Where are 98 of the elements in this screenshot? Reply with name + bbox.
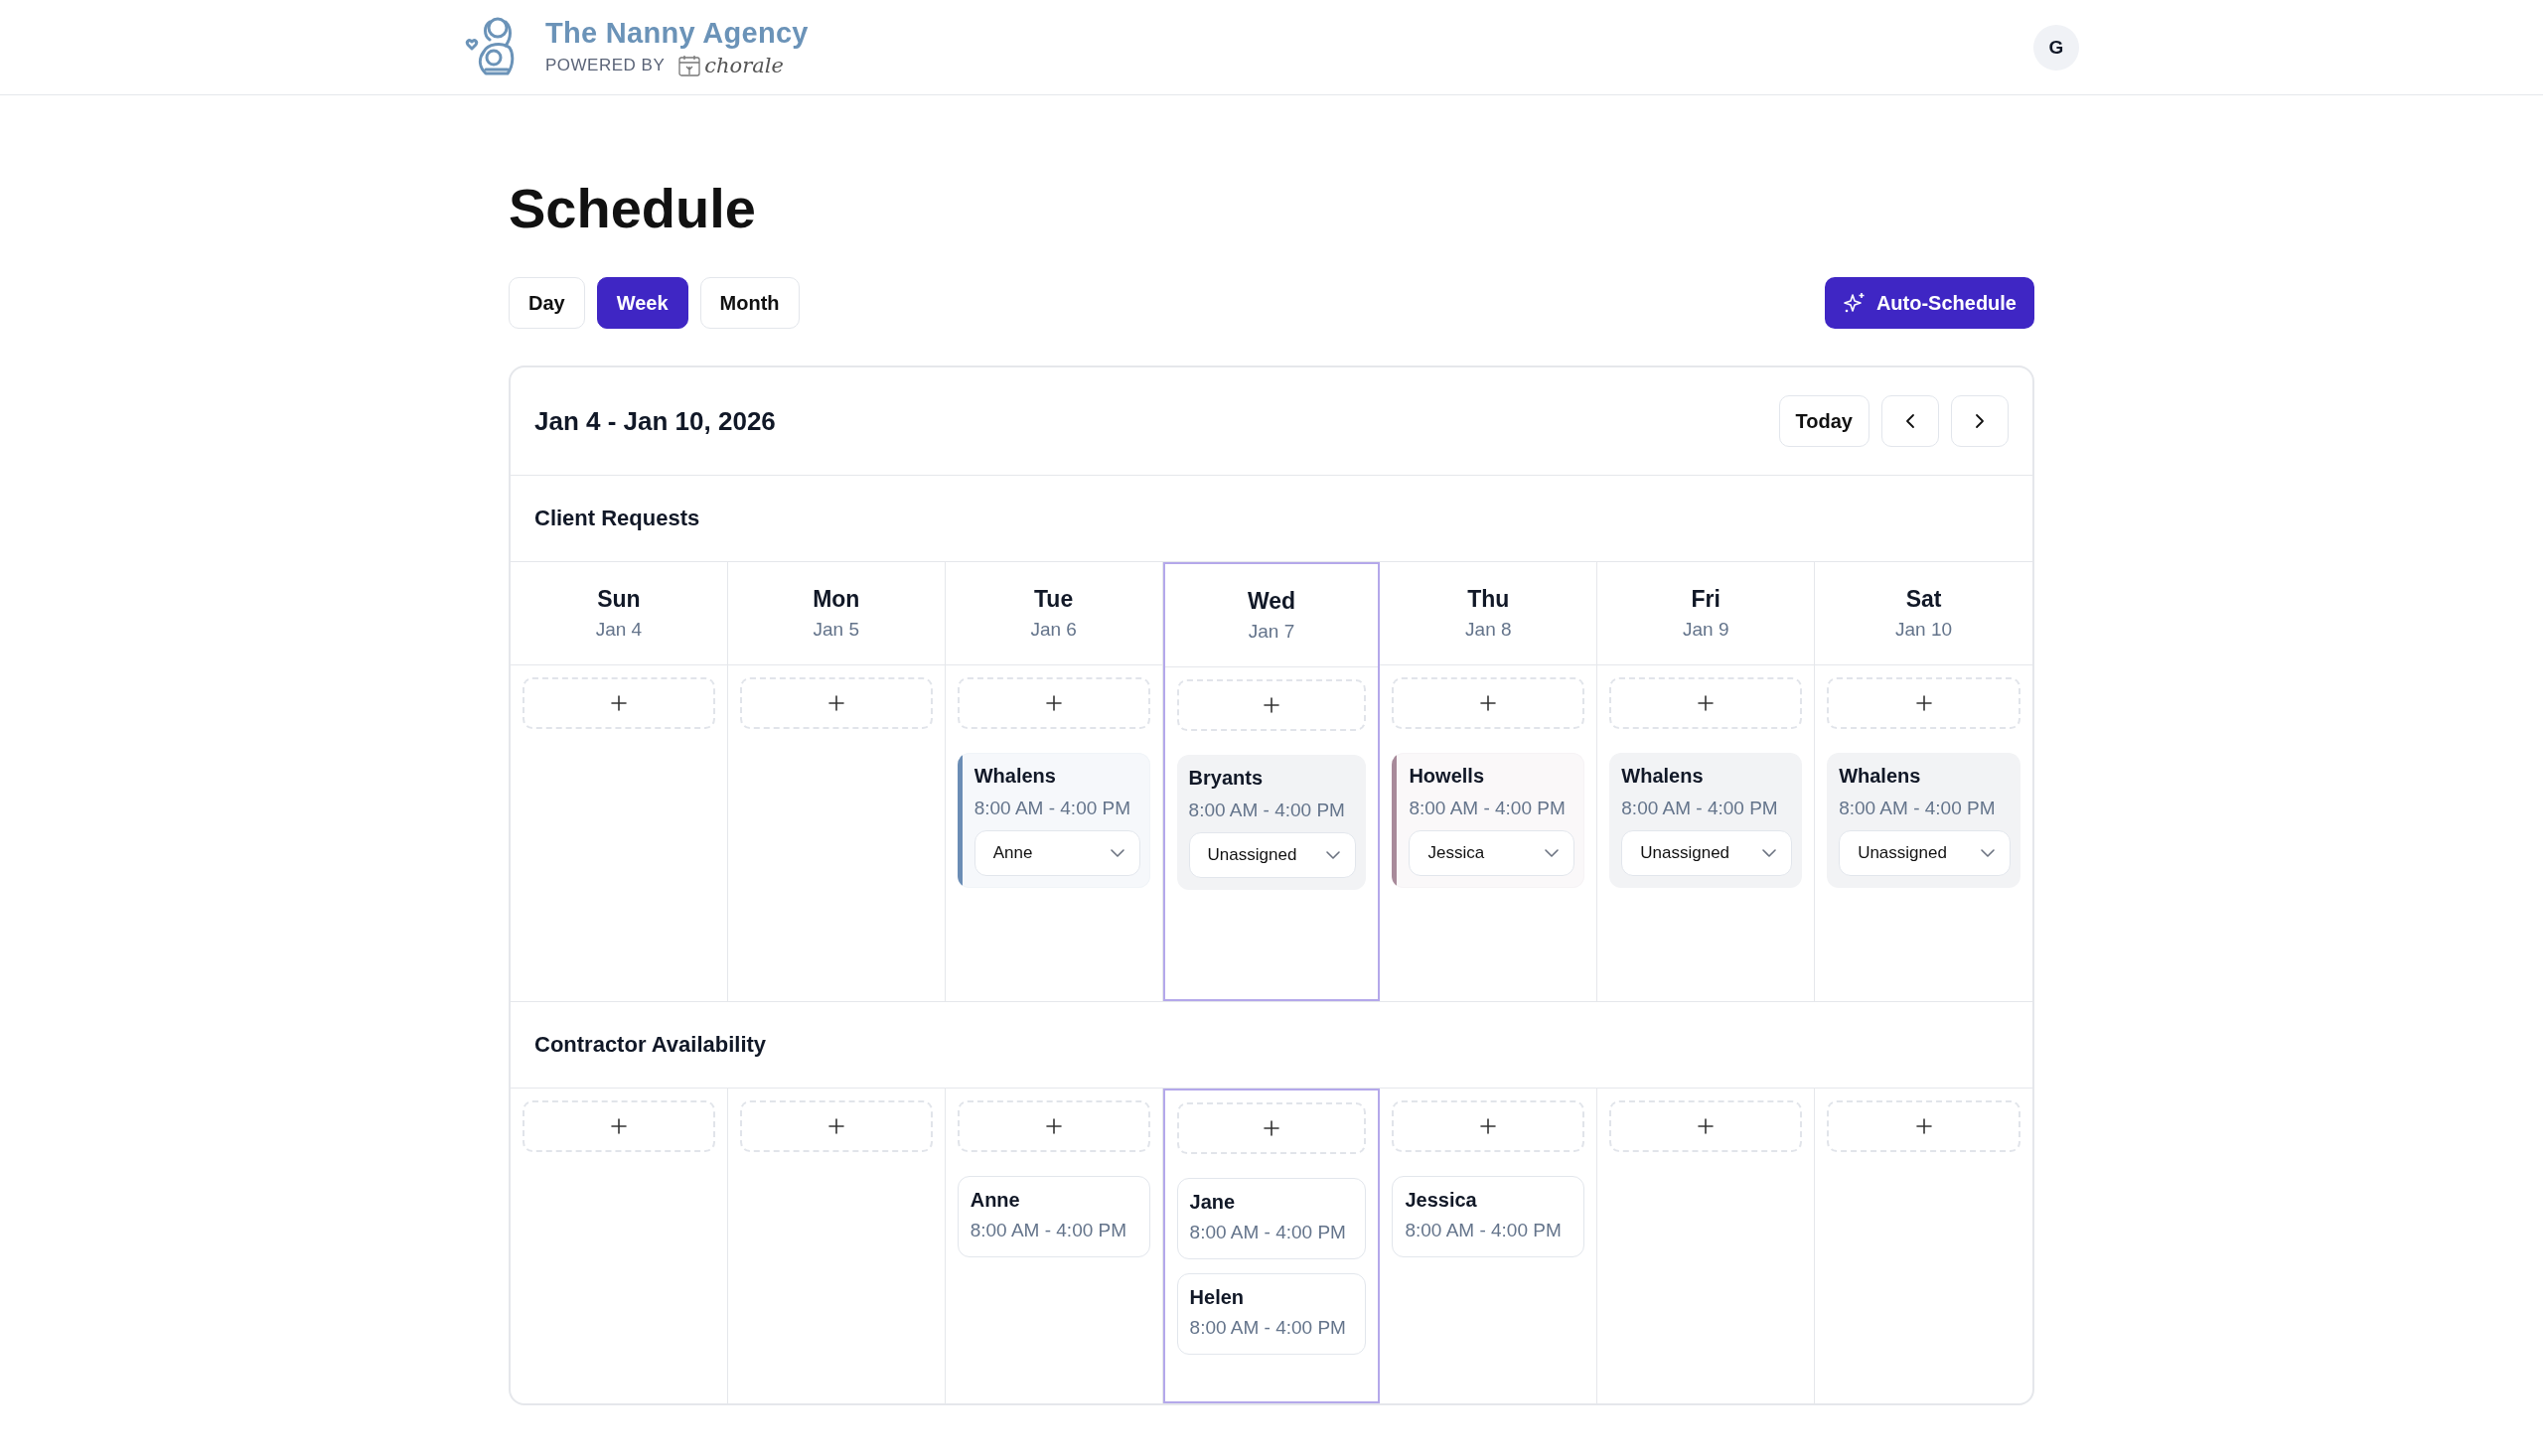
add-request-button[interactable] [1392, 677, 1585, 729]
day-date: Jan 10 [1895, 619, 1953, 641]
plus-icon [610, 695, 627, 711]
add-availability-button[interactable] [1392, 1100, 1585, 1152]
day-date: Jan 5 [813, 619, 859, 641]
day-date: Jan 7 [1248, 621, 1295, 643]
contractor-name: Helen [1189, 1286, 1246, 1309]
client-name: Whalens [1621, 765, 1705, 788]
day-name: Tue [1034, 586, 1074, 613]
user-avatar[interactable]: G [2033, 24, 2079, 71]
availability-card[interactable]: Jessica 8:00 AM - 4:00 PM [1392, 1176, 1585, 1257]
assignee-dropdown[interactable]: Jessica [1409, 830, 1575, 876]
plus-icon [1264, 1120, 1279, 1136]
plus-icon [1915, 695, 1932, 711]
chevron-left-icon [1905, 413, 1915, 429]
add-request-button[interactable] [1827, 677, 2020, 729]
chevron-right-icon [1975, 413, 1985, 429]
request-card[interactable]: Whalens 8:00 AM - 4:00 PM Unassigned [1609, 753, 1803, 888]
plus-icon [1045, 695, 1062, 711]
today-button[interactable]: Today [1778, 395, 1870, 447]
day-date: Jan 9 [1682, 619, 1729, 641]
chevron-down-icon [1761, 848, 1778, 858]
date-range-title: Jan 4 - Jan 10, 2026 [534, 405, 776, 437]
add-availability-button[interactable] [1176, 1102, 1367, 1154]
add-request-button[interactable] [739, 677, 933, 729]
request-card[interactable]: Howells 8:00 AM - 4:00 PM Jessica [1392, 753, 1585, 888]
plus-icon [1698, 695, 1715, 711]
time-range: 8:00 AM - 4:00 PM [1188, 799, 1346, 822]
plus-icon [1480, 1118, 1497, 1134]
plus-icon [1480, 695, 1497, 711]
day-date: Jan 8 [1465, 619, 1512, 641]
time-range: 8:00 AM - 4:00 PM [1189, 1316, 1347, 1340]
add-availability-button[interactable] [739, 1100, 933, 1152]
assignee-dropdown[interactable]: Anne [973, 830, 1140, 876]
view-tab[interactable]: Month [699, 277, 800, 329]
client-name: Bryants [1188, 767, 1265, 790]
plus-icon [827, 695, 844, 711]
auto-schedule-button[interactable]: Auto-Schedule [1824, 277, 2034, 329]
client-name: Whalens [1839, 765, 1922, 788]
day-name: Mon [813, 586, 860, 613]
add-request-button[interactable] [1176, 679, 1367, 731]
plus-icon [1264, 697, 1279, 713]
contractor-name: Jane [1189, 1191, 1237, 1214]
powered-by-label: POWERED BY [545, 56, 666, 75]
section-title: Contractor Availability [511, 1002, 2032, 1089]
day-name: Thu [1467, 586, 1510, 613]
day-name: Wed [1247, 588, 1296, 615]
add-request-button[interactable] [957, 677, 1150, 729]
plus-icon [827, 1118, 844, 1134]
add-availability-button[interactable] [957, 1100, 1150, 1152]
availability-card[interactable]: Helen 8:00 AM - 4:00 PM [1176, 1273, 1367, 1355]
day-name: Fri [1691, 586, 1720, 613]
add-request-button[interactable] [1609, 677, 1803, 729]
next-week-button[interactable] [1951, 395, 2009, 447]
time-range: 8:00 AM - 4:00 PM [973, 797, 1132, 820]
time-range: 8:00 AM - 4:00 PM [1409, 797, 1567, 820]
page-title: Schedule [509, 176, 757, 241]
add-availability-button[interactable] [1609, 1100, 1803, 1152]
assignee-dropdown[interactable]: Unassigned [1188, 832, 1357, 878]
contractor-name: Anne [970, 1189, 1021, 1212]
availability-card[interactable]: Jane 8:00 AM - 4:00 PM [1176, 1178, 1367, 1259]
plus-icon [1698, 1118, 1715, 1134]
time-range: 8:00 AM - 4:00 PM [1839, 797, 1997, 820]
time-range: 8:00 AM - 4:00 PM [1189, 1221, 1347, 1244]
brand-name: The Nanny Agency [545, 17, 809, 50]
assignee-dropdown[interactable]: Unassigned [1839, 830, 2011, 876]
time-range: 8:00 AM - 4:00 PM [1621, 797, 1779, 820]
chevron-down-icon [1325, 850, 1342, 860]
calendar-icon [678, 55, 701, 76]
chevron-down-icon [1980, 848, 1996, 858]
assignee-dropdown[interactable]: Unassigned [1621, 830, 1793, 876]
request-card[interactable]: Bryants 8:00 AM - 4:00 PM Unassigned [1176, 755, 1367, 890]
partner-logo-text: chorale [704, 54, 784, 77]
chevron-down-icon [1109, 848, 1125, 858]
day-name: Sun [597, 586, 641, 613]
sparkle-icon [1842, 291, 1867, 315]
day-date: Jan 4 [595, 619, 643, 641]
time-range: 8:00 AM - 4:00 PM [1405, 1219, 1563, 1242]
client-name: Howells [1409, 765, 1485, 788]
plus-icon [1045, 1118, 1062, 1134]
request-card[interactable]: Whalens 8:00 AM - 4:00 PM Anne [957, 753, 1150, 888]
request-card[interactable]: Whalens 8:00 AM - 4:00 PM Unassigned [1827, 753, 2020, 888]
previous-week-button[interactable] [1881, 395, 1939, 447]
day-date: Jan 6 [1030, 619, 1077, 641]
contractor-name: Jessica [1405, 1189, 1478, 1212]
add-availability-button[interactable] [1827, 1100, 2020, 1152]
section-title: Client Requests [511, 476, 2032, 562]
add-request-button[interactable] [523, 677, 715, 729]
view-tab[interactable]: Week [596, 277, 688, 329]
plus-icon [610, 1118, 627, 1134]
client-name: Whalens [973, 765, 1057, 788]
chevron-down-icon [1544, 848, 1561, 858]
availability-card[interactable]: Anne 8:00 AM - 4:00 PM [957, 1176, 1150, 1257]
time-range: 8:00 AM - 4:00 PM [970, 1219, 1128, 1242]
plus-icon [1915, 1118, 1932, 1134]
day-name: Sat [1905, 586, 1942, 613]
add-availability-button[interactable] [523, 1100, 715, 1152]
view-tab[interactable]: Day [509, 277, 585, 329]
